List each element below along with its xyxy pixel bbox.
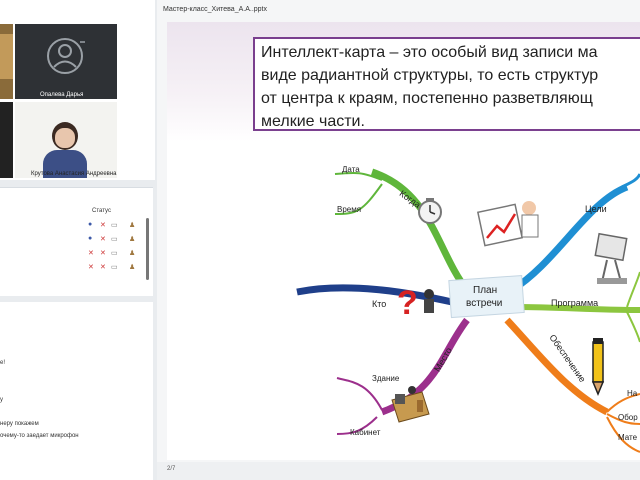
screen-icon[interactable]: ▭ — [111, 235, 118, 243]
svg-text:?: ? — [397, 284, 418, 322]
center-label-2: встречи — [466, 298, 502, 309]
label-sub-mate: Мате — [618, 433, 638, 442]
slide: Интеллект-карта – это особый вид записи … — [167, 22, 640, 460]
document-title: Мастер-класс_Хитева_А.А..pptx — [163, 6, 267, 13]
chat-panel: е! у неру покажем очему-то заедает микро… — [0, 302, 153, 480]
user-icon: ♟ — [129, 222, 136, 229]
center-label-1: План — [473, 285, 497, 296]
screen-icon[interactable]: ▭ — [111, 249, 118, 257]
screen-icon[interactable]: ▭ — [111, 221, 118, 229]
table-row[interactable]: ✕ ✕ ▭ ♟ — [0, 249, 150, 260]
branch-goals-sub — [621, 173, 640, 189]
video-tile-2[interactable] — [0, 102, 13, 178]
mic-off-icon[interactable]: ✕ — [88, 249, 94, 257]
participants-list: Статус ● ✕ ▭ ♟ ● ✕ ▭ ♟ ✕ ✕ ▭ ♟ ✕ ✕ ▭ ♟ — [0, 187, 153, 296]
chat-message: у — [0, 397, 3, 403]
screen-icon[interactable]: ▭ — [111, 263, 118, 271]
camera-off-icon[interactable]: ✕ — [100, 249, 106, 257]
mic-off-icon[interactable]: ✕ — [88, 263, 94, 271]
definition-box: Интеллект-карта – это особый вид записи … — [253, 37, 640, 131]
label-place: Место — [432, 346, 454, 374]
left-panel: Опалева Дарья Крутова Анастасия Андреевн… — [0, 0, 155, 480]
center-node: План встречи — [448, 274, 525, 319]
video-tile-1[interactable] — [0, 24, 13, 99]
table-row[interactable]: ● ✕ ▭ ♟ — [0, 221, 150, 232]
definition-line: Интеллект-карта – это особый вид записи … — [261, 44, 598, 61]
mic-icon[interactable]: ● — [88, 235, 92, 242]
label-time: Время — [337, 205, 361, 214]
definition-line: виде радиантной структуры, то есть струк… — [261, 67, 599, 84]
chat-message: очему-то заедает микрофон — [0, 433, 79, 439]
office-desk-icon — [391, 386, 430, 423]
camera-off-icon[interactable]: ✕ — [100, 263, 106, 271]
flipchart-icon — [594, 232, 628, 284]
definition-line: мелкие части. — [261, 113, 365, 130]
definition-line: от центра к краям, постепенно разветвляю… — [261, 90, 593, 107]
branch-when — [370, 168, 470, 293]
label-sub-na: На — [627, 389, 638, 398]
chart-presentation-icon — [476, 201, 539, 247]
user-icon: ♟ — [129, 236, 136, 243]
video-tile-krutova[interactable]: Крутова Анастасия Андреевна — [15, 102, 117, 178]
video-grid: Опалева Дарья Крутова Анастасия Андреевн… — [0, 0, 155, 180]
video-tile-name: Крутова Анастасия Андреевна — [31, 171, 117, 177]
mic-icon[interactable]: ● — [88, 221, 92, 228]
person-icon — [47, 38, 85, 74]
question-mark-icon: ? — [397, 284, 434, 322]
camera-off-icon[interactable]: ✕ — [100, 235, 106, 243]
label-sub-obor: Обор — [618, 413, 638, 422]
label-program: Программа — [551, 298, 598, 308]
camera-off-icon[interactable]: ✕ — [100, 221, 106, 229]
participant-video — [40, 122, 90, 178]
chat-message: неру покажем — [0, 421, 39, 427]
user-icon: ♟ — [129, 264, 136, 271]
page-indicator: 2/7 — [167, 466, 176, 472]
branch-program-sub-1 — [626, 271, 640, 308]
label-who: Кто — [372, 299, 386, 309]
viewer-footer: 2/7 — [157, 462, 640, 480]
label-goals: Цели — [585, 204, 607, 214]
pencil-icon — [591, 338, 605, 396]
status-header: Статус — [92, 208, 111, 214]
video-tile-name: Опалева Дарья — [40, 92, 84, 98]
table-row[interactable]: ● ✕ ▭ ♟ — [0, 235, 150, 246]
label-date: Дата — [342, 165, 360, 174]
label-office: Кабинет — [350, 428, 381, 437]
user-icon: ♟ — [129, 250, 136, 257]
branch-place — [380, 317, 470, 416]
label-building: Здание — [372, 374, 400, 383]
mind-map: План встречи Когда Дата Время Кто Место … — [296, 165, 640, 453]
chat-message: е! — [0, 360, 6, 366]
label-provision: Обеспечение — [547, 333, 587, 384]
presentation-viewer: Мастер-класс_Хитева_А.А..pptx Интеллект-… — [157, 0, 640, 480]
table-row[interactable]: ✕ ✕ ▭ ♟ — [0, 263, 150, 274]
video-tile-opaleva[interactable]: Опалева Дарья — [15, 24, 117, 99]
branch-program-sub-2 — [626, 311, 640, 343]
